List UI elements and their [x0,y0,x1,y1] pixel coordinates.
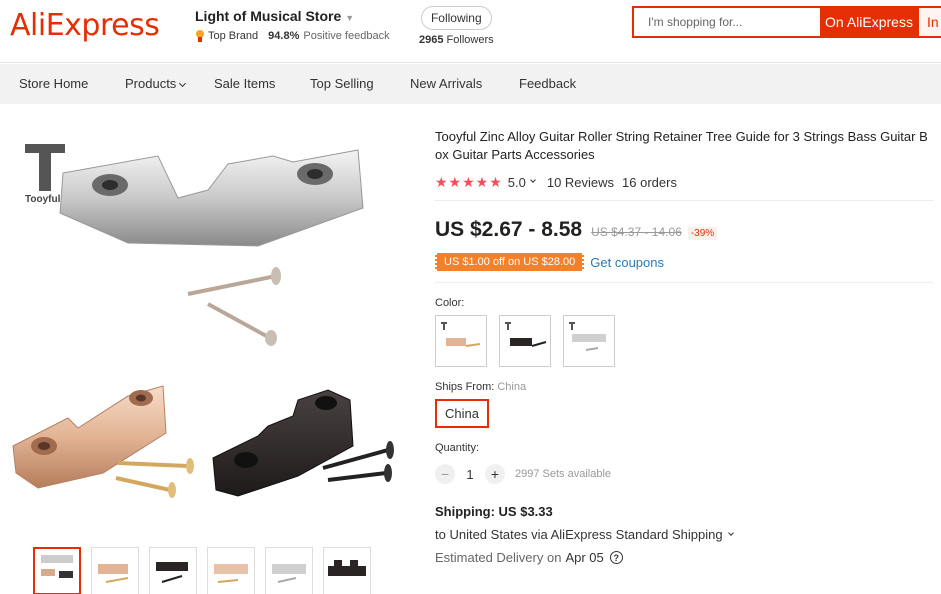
positive-feedback-label: Positive feedback [303,30,390,42]
color-swatch-gold[interactable] [435,315,487,367]
store-meta: Top Brand 94.8% Positive feedback [195,30,390,42]
thumbnail-2[interactable] [91,547,139,594]
brand-watermark: Tooyful [25,144,65,205]
decrease-quantity-button[interactable]: − [435,464,455,484]
chevron-down-icon[interactable] [530,176,536,183]
estimated-delivery: Estimated Delivery on Apr 05 ? [435,550,935,565]
quantity-stepper: − 1 + 2997 Sets available [435,464,935,484]
thumbnail-6[interactable] [323,547,371,594]
product-title: Tooyful Zinc Alloy Guitar Roller String … [435,129,928,162]
coupon-row: US $1.00 off on US $28.00 Get coupons [435,253,935,271]
nav-products-label[interactable]: Products [125,76,176,91]
available-stock: 2997 Sets available [515,468,612,480]
following-button[interactable]: Following [420,6,492,30]
positive-rate: 94.8% [268,30,300,42]
shipping-method[interactable]: to United States via AliExpress Standard… [435,527,935,542]
divider [435,282,933,283]
store-info: Light of Musical Store ▼ Top Brand 94.8% … [195,8,390,42]
medal-icon [195,30,205,42]
current-price: US $2.67 - 8.58 [435,218,583,241]
swatch-image [505,322,547,347]
estimated-delivery-label: Estimated Delivery on [435,550,562,565]
store-name[interactable]: Light of Musical Store ▼ [195,8,390,24]
search-aliexpress-button[interactable]: On AliExpress [820,8,918,36]
search-bar: On AliExpress In [632,6,941,38]
thumbnail-image [328,560,366,576]
nav-top-selling[interactable]: Top Selling [310,76,374,91]
aliexpress-logo[interactable]: AliExpress [10,8,160,43]
increase-quantity-button[interactable]: + [485,464,505,484]
search-in-store-button[interactable]: In [918,8,941,36]
thumbnail-strip [33,547,371,594]
followers-count: 2965 Followers [419,34,494,46]
ships-from-value: China [497,381,527,393]
discount-badge: -39% [687,227,718,240]
followers-label: Followers [446,34,494,46]
top-brand-badge: Top Brand [208,30,259,42]
price-row: US $2.67 - 8.58 US $4.37 - 14.06 -39% [435,218,935,242]
get-coupons-link[interactable]: Get coupons [590,255,664,270]
shipping-method-text[interactable]: to United States via AliExpress Standard… [435,527,723,542]
color-label: Color: [435,297,465,309]
orders-count: 16 orders [622,175,677,190]
rating-row: ★★★★★ 5.0 10 Reviews 16 orders [435,174,935,191]
coupon-badge[interactable]: US $1.00 off on US $28.00 [435,253,585,271]
rating-score[interactable]: 5.0 [508,175,526,190]
caret-down-icon[interactable]: ▼ [345,13,354,23]
estimated-delivery-date: Apr 05 [565,550,604,565]
help-icon[interactable]: ? [609,551,623,564]
ships-from-label: Ships From: China [435,381,935,393]
nav-products[interactable]: Products [125,76,187,91]
quantity-label: Quantity: [435,442,480,454]
quantity-value[interactable]: 1 [455,467,485,482]
thumbnail-image [98,564,129,583]
thumbnail-5[interactable] [265,547,313,594]
brand-logo-icon [25,144,65,196]
chevron-down-icon[interactable] [727,529,734,536]
color-swatch-silver[interactable] [563,315,615,367]
shipping-cost: Shipping: US $3.33 [435,504,553,519]
product-info: Tooyful Zinc Alloy Guitar Roller String … [435,128,935,565]
thumbnail-1[interactable] [33,547,81,594]
chevron-down-icon[interactable] [179,79,187,88]
star-rating-icon[interactable]: ★★★★★ [435,174,503,191]
color-swatch-black[interactable] [499,315,551,367]
nav-sale-items[interactable]: Sale Items [214,76,275,91]
thumbnail-image [156,562,188,583]
store-nav: Store Home Products Sale Items Top Selli… [0,64,941,104]
store-name-text[interactable]: Light of Musical Store [195,8,341,24]
store-header: AliExpress Light of Musical Store ▼ Top B… [0,0,941,63]
thumbnail-image [272,564,306,583]
color-swatches [435,315,935,367]
divider [435,200,933,201]
ships-from-option-china[interactable]: China [435,399,489,428]
swatch-image [569,322,606,351]
reviews-link[interactable]: 10 Reviews [547,175,614,190]
swatch-image [441,322,481,347]
ships-from-text: Ships From: [435,381,495,393]
thumbnail-4[interactable] [207,547,255,594]
original-price: US $4.37 - 14.06 [591,225,682,239]
nav-feedback[interactable]: Feedback [519,76,576,91]
follow-box: Following 2965 Followers [419,6,494,46]
thumbnail-3[interactable] [149,547,197,594]
followers-number: 2965 [419,34,444,46]
thumbnail-image [214,564,248,583]
product-photo [12,149,394,498]
thumbnail-image [41,555,73,578]
search-input[interactable] [634,8,820,36]
nav-store-home[interactable]: Store Home [19,76,88,91]
product-main-image[interactable]: Tooyful [8,128,408,536]
nav-new-arrivals[interactable]: New Arrivals [410,76,482,91]
